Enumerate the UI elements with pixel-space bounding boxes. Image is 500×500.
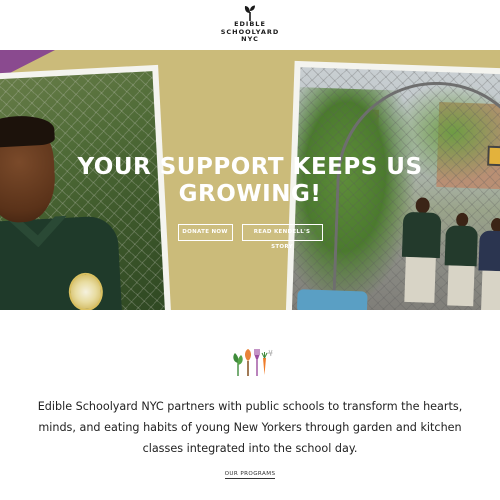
mission-statement: Edible Schoolyard NYC partners with publ… [37,400,463,455]
mission-icons [231,347,273,377]
carrot-icon [261,352,268,375]
logo[interactable]: EDIBLE SCHOOLYARD NYC [219,4,281,48]
sprig-icon [267,349,273,357]
logo-text-line-3: NYC [241,35,259,43]
hero-title-line-1: YOUR SUPPORT KEEPS US [77,154,423,180]
leaf-icon [233,353,243,376]
hero-banner: YOUR SUPPORT KEEPS US GROWING! DONATE NO… [0,50,500,310]
hero-buttons: DONATE NOW READ KENDELL'S STORY [0,224,500,250]
hero-title: YOUR SUPPORT KEEPS US GROWING! [0,154,500,208]
read-story-button[interactable]: READ KENDELL'S STORY [241,224,323,250]
fork-icon [254,349,260,376]
trowel-icon [245,349,251,376]
our-programs-link[interactable]: OUR PROGRAMS [0,471,500,479]
site-header: EDIBLE SCHOOLYARD NYC [0,0,500,50]
planter [296,289,368,310]
sprout-icon [244,5,255,21]
our-programs-label[interactable]: OUR PROGRAMS [224,471,276,479]
hero-title-line-2: GROWING! [178,181,322,207]
donate-now-button[interactable]: DONATE NOW [177,224,233,241]
